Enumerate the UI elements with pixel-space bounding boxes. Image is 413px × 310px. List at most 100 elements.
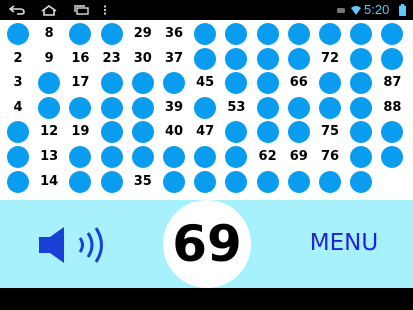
board-cell-16: 16 [69, 47, 92, 70]
board-cell-48 [194, 146, 217, 168]
board-cell-60 [256, 96, 279, 119]
board-cell-number: 12 [40, 124, 59, 140]
status-time: 5:20 [364, 2, 390, 17]
board-cell-1 [7, 23, 29, 45]
board-cell-41 [163, 146, 185, 168]
control-panel: 69 MENU [0, 200, 413, 288]
board-cell-3: 3 [7, 72, 29, 95]
recent-apps-icon[interactable] [72, 3, 90, 17]
board-cell-66: 66 [287, 72, 310, 95]
board-cell-89 [381, 121, 404, 144]
board-cell-76: 76 [319, 146, 341, 168]
board-cell-number: 3 [13, 75, 23, 91]
board-cell-number: 47 [196, 124, 215, 140]
board-cell-number: 62 [258, 149, 277, 164]
board-cell-83 [350, 146, 373, 168]
overflow-menu-icon[interactable] [102, 3, 108, 17]
board-cell-46 [194, 96, 217, 119]
board-cell-61 [256, 121, 279, 144]
speaker-icon [39, 227, 103, 263]
board-cell-24 [100, 72, 123, 95]
board-cell-50 [225, 23, 248, 45]
board-cell-67 [287, 96, 310, 119]
board-cell-36: 36 [163, 23, 185, 45]
board-cell-6 [7, 146, 29, 168]
board-cell-2: 2 [7, 47, 29, 70]
board-cell-77 [319, 170, 341, 193]
current-number: 69 [172, 215, 242, 273]
board-cell-number: 88 [383, 99, 402, 115]
board-cell-40: 40 [163, 121, 185, 144]
board-cell-71 [319, 23, 341, 45]
board-cell-10 [38, 72, 61, 95]
board-cell-51 [225, 47, 248, 70]
board-cell-39: 39 [163, 96, 185, 119]
board-cell-9: 9 [38, 47, 61, 70]
board-cell-number: 23 [102, 50, 121, 66]
sound-toggle-button[interactable] [34, 224, 108, 266]
board-cell-5 [7, 121, 29, 144]
board-cell-18 [69, 96, 92, 119]
home-icon[interactable] [40, 3, 58, 17]
board-cell-74 [319, 96, 341, 119]
board-cell-number: 16 [71, 50, 90, 66]
board-cell-number: 29 [133, 26, 152, 41]
board-cell-43 [194, 23, 217, 45]
board-cell-number: 69 [289, 149, 308, 164]
board-cell-35: 35 [131, 170, 154, 193]
board-cell-7 [7, 170, 29, 193]
number-board: 2 3 4 8 9 12 13 14 16 17 19 23 29 30 35 36 37 39 40 45 47 53 6… [0, 20, 413, 200]
board-cell-86 [381, 47, 404, 70]
board-cell-82 [350, 121, 373, 144]
board-cell-28 [100, 170, 123, 193]
board-cell-20 [69, 146, 92, 168]
board-cell-number: 9 [44, 50, 54, 66]
board-cell-58 [256, 47, 279, 70]
board-cell-85 [381, 23, 404, 45]
board-cell-8: 8 [38, 23, 61, 45]
board-cell-65 [287, 47, 310, 70]
board-cell-49 [194, 170, 217, 193]
battery-icon [397, 3, 407, 17]
board-cell-29: 29 [131, 23, 154, 45]
board-cell-80 [350, 72, 373, 95]
notification-icon [336, 3, 346, 17]
board-cell-55 [225, 146, 248, 168]
board-cell-number: 30 [133, 50, 152, 66]
board-cell-90 [381, 146, 404, 168]
board-cell-13: 13 [38, 146, 61, 168]
board-cell-number: 14 [40, 173, 59, 189]
board-cell-23: 23 [100, 47, 123, 70]
board-cell-number: 17 [71, 75, 90, 91]
board-cell-number: 2 [13, 50, 23, 66]
board-cell-34 [131, 146, 154, 168]
board-cell-number: 40 [164, 124, 184, 140]
board-cell-19: 19 [69, 121, 92, 144]
board-cell-87: 87 [381, 72, 404, 95]
board-cell-42 [163, 170, 185, 193]
bingo-app: 2 3 4 8 9 12 13 14 16 17 19 23 29 30 35 36 37 39 40 45 47 53 6… [0, 20, 413, 288]
board-cell-number: 72 [320, 50, 340, 66]
board-cell-30: 30 [131, 47, 154, 70]
board-cell-88: 88 [381, 96, 404, 119]
board-cell-number: 45 [196, 75, 215, 91]
board-cell-54 [225, 121, 248, 144]
board-cell-84 [350, 170, 373, 193]
menu-button[interactable]: MENU [298, 228, 390, 258]
board-cell-17: 17 [69, 72, 92, 95]
board-cell-21 [69, 170, 92, 193]
board-cell-57 [256, 23, 279, 45]
board-cell-15 [69, 23, 92, 45]
board-cell-56 [225, 170, 248, 193]
back-icon[interactable] [8, 3, 26, 17]
board-cell-70 [287, 170, 310, 193]
board-cell-number: 37 [164, 50, 184, 66]
board-cell-63 [256, 170, 279, 193]
board-cell-11 [38, 96, 61, 119]
board-cell-81 [350, 96, 373, 119]
board-cell-number: 4 [13, 99, 23, 115]
board-cell-31 [131, 72, 154, 95]
board-cell-64 [287, 23, 310, 45]
board-cell-14: 14 [38, 170, 61, 193]
board-cell-52 [225, 72, 248, 95]
